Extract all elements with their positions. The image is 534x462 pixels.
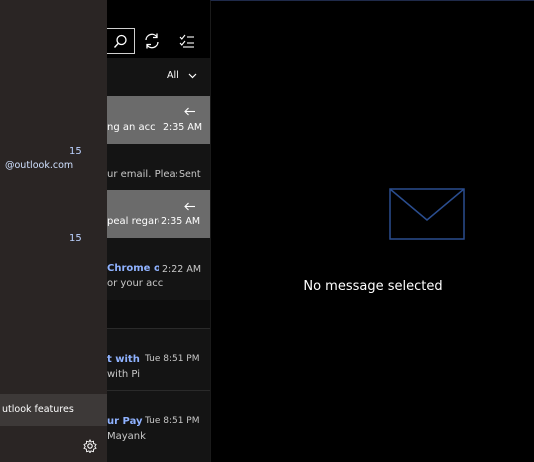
message-preview: peal regarc (107, 216, 164, 227)
reply-arrow-icon (184, 107, 195, 116)
envelope-icon (389, 188, 465, 240)
account-email[interactable]: @outlook.com (5, 160, 73, 171)
search-button[interactable] (107, 28, 135, 54)
filter-dropdown[interactable]: All (167, 70, 179, 81)
message-sender: t with I (107, 354, 148, 365)
filter-bar: All (107, 58, 210, 96)
message-row[interactable]: peal regarc 2:35 AM (107, 190, 210, 238)
list-toolbar (107, 0, 210, 58)
message-row[interactable]: t with I with Pi Tue 8:51 PM (107, 329, 210, 390)
unread-count: 15 (69, 146, 82, 157)
message-row[interactable]: ur PayP Mayank Tue 8:51 PM (107, 391, 210, 462)
no-message-selected-text: No message selected (303, 279, 443, 294)
message-row[interactable]: ng an acc 2:35 AM (107, 96, 210, 144)
select-mode-icon[interactable] (179, 34, 195, 48)
outlook-features-button[interactable]: utlook features (0, 394, 107, 426)
message-time: Tue 8:51 PM (143, 354, 200, 364)
message-preview: or your acc (107, 278, 164, 289)
message-preview: Mayank (107, 431, 146, 442)
navigation-pane: 15 @outlook.com 15 utlook features (0, 0, 107, 462)
message-status: Sent (177, 169, 201, 180)
message-time: Tue 8:51 PM (143, 416, 200, 426)
outlook-features-label: utlook features (2, 404, 74, 415)
sync-icon[interactable] (143, 32, 161, 50)
reading-pane: No message selected (210, 0, 534, 462)
message-preview: ur email. Pleas (107, 169, 181, 180)
message-preview: ng an acc (107, 122, 156, 133)
message-preview: with Pi (107, 369, 140, 380)
message-time: 2:22 AM (159, 264, 202, 275)
unread-count: 15 (69, 233, 82, 244)
message-sender: Chrome o (107, 263, 161, 274)
message-time: 2:35 AM (161, 122, 203, 133)
date-header (107, 300, 210, 328)
message-row[interactable]: ur email. Pleas Sent (107, 144, 210, 190)
message-row[interactable]: Chrome o or your acc 2:22 AM (107, 238, 210, 300)
search-icon (113, 34, 127, 48)
chevron-down-icon[interactable] (188, 73, 197, 79)
reply-arrow-icon (184, 202, 195, 211)
settings-gear-icon[interactable] (83, 439, 97, 453)
message-list[interactable]: All ng an acc 2:35 AM ur email. Pleas Se… (107, 0, 210, 462)
message-time: 2:35 AM (159, 216, 201, 227)
